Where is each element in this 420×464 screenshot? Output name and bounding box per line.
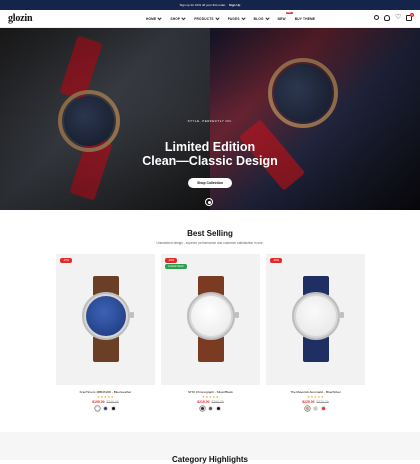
brand-logo[interactable]: glozin xyxy=(8,13,33,24)
menu-new-label: NEW xyxy=(277,17,286,21)
swatch-dark-brown[interactable] xyxy=(200,406,205,411)
menu-home-label: HOME xyxy=(146,17,157,21)
hero-heading-line2: Clean—Classic Design xyxy=(142,154,278,169)
original-price: $260.00 xyxy=(211,400,224,404)
product-card[interactable]: -20% Limited Stock NHO Chronograph - Sil… xyxy=(161,254,260,411)
hero-heading-line1: Limited Edition xyxy=(164,140,256,154)
swatch-brown[interactable] xyxy=(208,406,213,411)
sale-price: $195.00 xyxy=(92,400,105,404)
product-price: $225.00 $270.00 xyxy=(266,400,365,404)
limited-stock-badge: Limited Stock xyxy=(165,264,187,269)
menu-pages[interactable]: PAGES xyxy=(227,15,246,21)
header: glozin HOME SHOP PRODUCTS PAGES BLOG NEW… xyxy=(0,10,420,28)
menu-blog[interactable]: BLOG xyxy=(253,15,270,21)
product-image[interactable]: -15% xyxy=(266,254,365,385)
swatch-black[interactable] xyxy=(111,406,116,411)
color-swatches xyxy=(161,406,260,411)
watch-crown xyxy=(235,312,239,318)
discount-badge: -20% xyxy=(165,258,178,263)
original-price: $240.00 xyxy=(106,400,119,404)
discount-badge: -15% xyxy=(60,258,73,263)
rating-stars: ★★★★★ xyxy=(96,395,115,399)
shop-collection-button[interactable]: Shop Collection xyxy=(188,178,232,188)
color-swatches xyxy=(266,406,365,411)
header-icons: 0 xyxy=(374,13,414,21)
discount-badge: -15% xyxy=(270,258,283,263)
product-price: $195.00 $240.00 xyxy=(56,400,155,404)
main-menu: HOME SHOP PRODUCTS PAGES BLOG NEW Hot BUY… xyxy=(146,10,315,28)
slider-dot[interactable] xyxy=(205,198,213,206)
chevron-down-icon xyxy=(241,15,246,20)
best-selling-subtitle: Unmatched design - superior performance … xyxy=(156,241,264,245)
menu-pages-label: PAGES xyxy=(227,17,240,21)
wishlist-icon[interactable] xyxy=(395,13,401,21)
hero-heading: Limited Edition Clean—Classic Design xyxy=(0,140,420,169)
menu-buy-theme-label: BUY THEME xyxy=(294,17,316,21)
color-swatches xyxy=(56,406,155,411)
menu-blog-label: BLOG xyxy=(253,17,264,21)
cart-count-badge: 0 xyxy=(410,13,414,17)
best-selling-title: Best Selling xyxy=(187,229,233,238)
announcement-text: Sign up for 10% off your first order. xyxy=(179,3,226,7)
watch-crown xyxy=(340,312,344,318)
cart-icon[interactable]: 0 xyxy=(406,13,414,21)
sale-price: $225.00 xyxy=(302,400,315,404)
swatch-gold[interactable] xyxy=(305,406,310,411)
swatch-black[interactable] xyxy=(216,406,221,411)
hot-badge: Hot xyxy=(285,12,293,14)
swatch-blue[interactable] xyxy=(103,406,108,411)
rating-stars: ★★★★★ xyxy=(306,395,325,399)
rating-stars: ★★★★★ xyxy=(201,395,220,399)
menu-products[interactable]: PRODUCTS xyxy=(194,15,220,21)
product-title[interactable]: NHO Chronograph - Silver/Black xyxy=(161,390,260,394)
announcement-bar: Sign up for 10% off your first order. Si… xyxy=(0,0,420,10)
product-card[interactable]: -15% The Maverick Automatic - Blue/Silve… xyxy=(266,254,365,411)
product-image[interactable]: -20% Limited Stock xyxy=(161,254,260,385)
search-icon[interactable] xyxy=(374,15,379,20)
menu-new[interactable]: NEW Hot xyxy=(277,12,293,21)
product-image[interactable]: -15% xyxy=(56,254,155,385)
chevron-down-icon xyxy=(181,15,186,20)
menu-home[interactable]: HOME xyxy=(146,15,162,21)
menu-buy-theme[interactable]: BUY THEME xyxy=(295,17,316,21)
menu-shop-label: SHOP xyxy=(170,17,181,21)
product-title[interactable]: FranTimers 1BB4X200 - Blue/Leather xyxy=(56,390,155,394)
signup-link[interactable]: Sign Up xyxy=(229,3,240,7)
sale-price: $215.00 xyxy=(197,400,210,404)
chevron-down-icon xyxy=(157,15,162,20)
swatch-white[interactable] xyxy=(95,406,100,411)
swatch-silver[interactable] xyxy=(313,406,318,411)
hero-eyebrow: STYLE, PERFECTLY ON. xyxy=(187,119,233,123)
menu-products-label: PRODUCTS xyxy=(194,17,214,21)
product-price: $215.00 $260.00 xyxy=(161,400,260,404)
menu-shop[interactable]: SHOP xyxy=(170,15,186,21)
account-icon[interactable] xyxy=(384,15,390,21)
product-grid: -15% FranTimers 1BB4X200 - Blue/Leather … xyxy=(56,254,365,411)
product-title[interactable]: The Maverick Automatic - Blue/Silver xyxy=(266,390,365,394)
watch-dial xyxy=(86,296,126,336)
chevron-down-icon xyxy=(215,15,220,20)
product-card[interactable]: -15% FranTimers 1BB4X200 - Blue/Leather … xyxy=(56,254,155,411)
watch-dial xyxy=(296,296,336,336)
swatch-red[interactable] xyxy=(321,406,326,411)
chevron-down-icon xyxy=(265,15,270,20)
hero-banner: STYLE, PERFECTLY ON. Limited Edition Cle… xyxy=(0,28,420,210)
watch-dial xyxy=(191,296,231,336)
watch-crown xyxy=(130,312,134,318)
original-price: $270.00 xyxy=(316,400,329,404)
